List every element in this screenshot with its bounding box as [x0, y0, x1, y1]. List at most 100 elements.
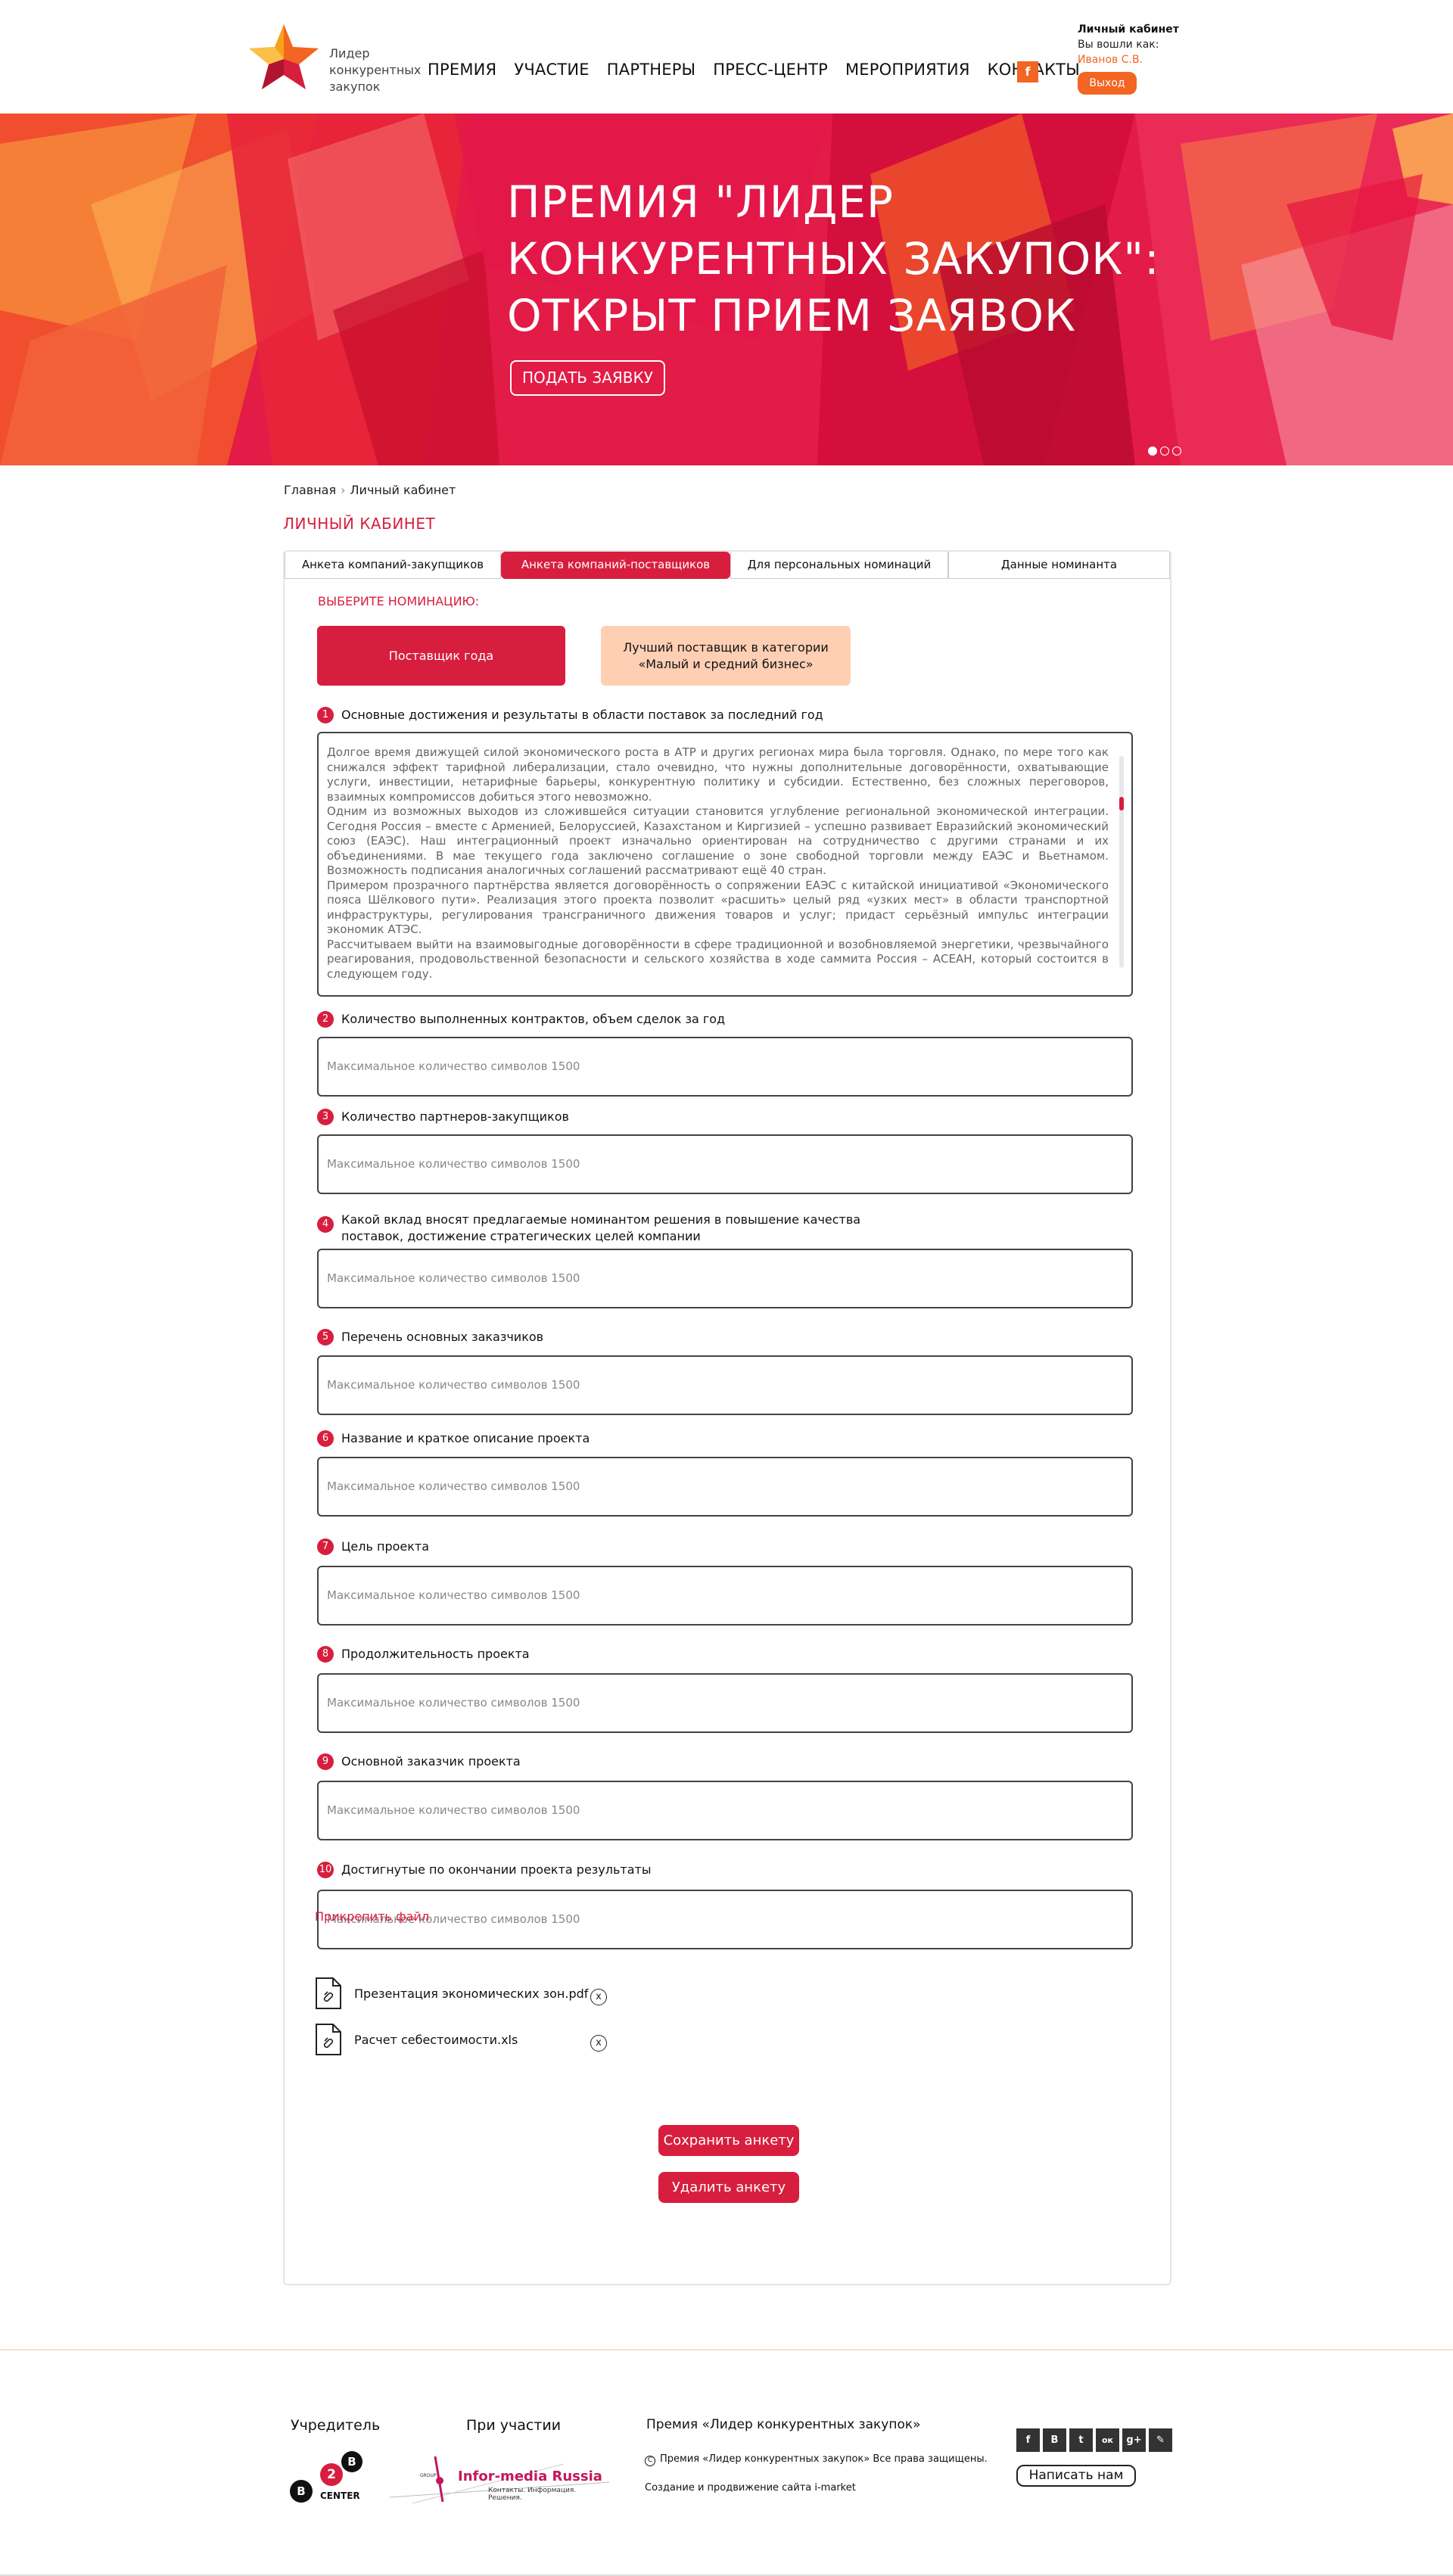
question-number-badge: 8 [317, 1646, 334, 1663]
answer-field-project-goal[interactable]: Максимальное количество символов 1500 [317, 1566, 1133, 1626]
logo-letter: B [341, 2451, 362, 2472]
social-icons: f В t ок g+ ✎ [1016, 2428, 1172, 2452]
logged-in-label: Вы вошли как: [1078, 39, 1159, 51]
answer-paragraph: Рассчитываем выйти на взаимовыгодные дог… [327, 937, 1109, 981]
question-text: Основной заказчик проекта [341, 1754, 521, 1769]
cabinet-title[interactable]: Личный кабинет [1078, 22, 1191, 37]
tab-nominee-data[interactable]: Данные номинанта [948, 552, 1170, 579]
b2b-center-logo[interactable]: B 2 B CENTER [290, 2451, 366, 2504]
remove-file-icon[interactable]: x [590, 1989, 607, 2005]
nomination-supplier-of-year-button[interactable]: Поставщик года [317, 626, 565, 686]
facebook-icon[interactable]: f [1016, 2428, 1040, 2452]
odnoklassniki-icon[interactable]: ок [1096, 2428, 1119, 2452]
attached-file: Презентация экономических зон.pdf [315, 1977, 588, 2010]
site-footer: Учредитель B 2 B CENTER При участии Info… [0, 2349, 1453, 2576]
answer-field-contracts[interactable]: Максимальное количество символов 1500 [317, 1037, 1133, 1097]
form-tabs: Анкета компаний-закупщиков Анкета компан… [285, 552, 1170, 579]
tab-personal-nominations[interactable]: Для персональных номинаций [730, 552, 948, 579]
question-number-badge: 5 [317, 1329, 334, 1346]
question-label: 4 Какой вклад вносят предлагаемые номина… [317, 1212, 923, 1245]
answer-textarea-achievements[interactable]: Долгое время движущей силой экономическо… [317, 732, 1133, 997]
question-text: Основные достижения и результаты в облас… [341, 708, 823, 722]
question-text: Количество партнеров-закупщиков [341, 1109, 569, 1124]
question-text: Название и краткое описание проекта [341, 1431, 590, 1445]
attach-file-link[interactable]: Прикрепить файл [315, 1909, 429, 1924]
slider-dot-2[interactable] [1160, 446, 1169, 456]
question-number-badge: 7 [317, 1538, 334, 1555]
answer-field-results[interactable]: Максимальное количество символов 1500 [317, 1890, 1133, 1949]
slider-dot-1[interactable] [1148, 446, 1157, 456]
site-logo[interactable]: Лидер конкурентных закупок [246, 21, 421, 94]
question-number-badge: 9 [317, 1753, 334, 1770]
copyright-text: Премия «Лидер конкурентных закупок» Все … [660, 2453, 988, 2465]
question-label: 1 Основные достижения и результаты в обл… [317, 707, 823, 723]
question-label: 2 Количество выполненных контрактов, объ… [317, 1011, 725, 1028]
choose-nomination-label: ВЫБЕРИТЕ НОМИНАЦИЮ: [318, 594, 480, 608]
site-credits[interactable]: Создание и продвижение сайта i-market [645, 2482, 856, 2494]
nav-item-meropriyatiya[interactable]: МЕРОПРИЯТИЯ [845, 61, 970, 79]
submit-application-button[interactable]: ПОДАТЬ ЗАЯВКУ [510, 360, 665, 396]
nav-item-premia[interactable]: ПРЕМИЯ [428, 61, 496, 79]
scrollbar-thumb[interactable] [1119, 797, 1124, 810]
vkontakte-icon[interactable]: В [1043, 2428, 1066, 2452]
copyright: C Премия «Лидер конкурентных закупок» Все… [645, 2453, 988, 2466]
file-link-icon [315, 2023, 342, 2056]
write-us-button[interactable]: Написать нам [1016, 2465, 1136, 2487]
delete-form-button[interactable]: Удалить анкету [658, 2172, 799, 2203]
question-text: Продолжительность проекта [341, 1647, 530, 1661]
file-name[interactable]: Расчет себестоимости.xls [354, 2033, 518, 2047]
participation-title: При участии [466, 2417, 562, 2434]
main-nav: ПРЕМИЯ УЧАСТИЕ ПАРТНЕРЫ ПРЕСС-ЦЕНТР МЕРО… [428, 61, 1097, 79]
breadcrumb: Главная › Личный кабинет [284, 483, 456, 497]
file-name[interactable]: Презентация экономических зон.pdf [354, 1986, 588, 2001]
question-label: 8 Продолжительность проекта [317, 1646, 530, 1663]
partner-group-label: GROUP [420, 2473, 437, 2478]
logout-button[interactable]: Выход [1078, 72, 1137, 95]
remove-file-icon[interactable]: x [590, 2035, 607, 2052]
question-number-badge: 6 [317, 1430, 334, 1447]
question-text: Достигнутые по окончании проекта результ… [341, 1862, 652, 1877]
tab-suppliers-form[interactable]: Анкета компаний-поставщиков [501, 552, 730, 579]
question-text: Перечень основных заказчиков [341, 1330, 544, 1344]
question-number-badge: 1 [317, 707, 334, 723]
breadcrumb-current: Личный кабинет [350, 483, 456, 497]
nav-item-uchastie[interactable]: УЧАСТИЕ [514, 61, 589, 79]
answer-paragraph: Долгое время движущей силой экономическо… [327, 745, 1109, 804]
tab-buyers-form[interactable]: Анкета компаний-закупщиков [285, 552, 501, 579]
answer-field-project-name[interactable]: Максимальное количество символов 1500 [317, 1457, 1133, 1517]
breadcrumb-home[interactable]: Главная [284, 483, 336, 497]
question-label: 10 Достигнутые по окончании проекта резу… [317, 1862, 652, 1878]
infor-media-logo[interactable]: Infor-media Russia Контакты. Информация.… [389, 2456, 610, 2509]
question-number-badge: 2 [317, 1011, 334, 1028]
user-name[interactable]: Иванов С.В. [1078, 52, 1191, 67]
cabinet-panel: Анкета компаний-закупщиков Анкета компан… [283, 550, 1171, 2285]
slider-dot-3[interactable] [1172, 446, 1181, 456]
answer-text: Долгое время движущей силой экономическо… [327, 745, 1109, 982]
attached-file: Расчет себестоимости.xls [315, 2023, 518, 2056]
nomination-best-sme-supplier-button[interactable]: Лучший поставщик в категории «Малый и ср… [601, 626, 851, 686]
nav-item-partnery[interactable]: ПАРТНЕРЫ [607, 61, 696, 79]
answer-field-customers[interactable]: Максимальное количество символов 1500 [317, 1355, 1133, 1415]
question-label: 5 Перечень основных заказчиков [317, 1329, 543, 1346]
partner-name: Infor-media Russia [458, 2469, 602, 2484]
page-title: ЛИЧНЫЙ КАБИНЕТ [283, 515, 436, 533]
question-text: Количество выполненных контрактов, объем… [341, 1012, 726, 1026]
answer-field-project-duration[interactable]: Максимальное количество символов 1500 [317, 1673, 1133, 1733]
google-plus-icon[interactable]: g+ [1122, 2428, 1146, 2452]
logo-letter: 2 [320, 2463, 343, 2486]
answer-field-main-customer[interactable]: Максимальное количество символов 1500 [317, 1781, 1133, 1840]
hero-banner: ПРЕМИЯ "ЛИДЕР КОНКУРЕНТНЫХ ЗАКУПОК": ОТК… [0, 114, 1453, 465]
livejournal-icon[interactable]: ✎ [1149, 2428, 1172, 2452]
logo-letter: B [290, 2480, 313, 2503]
answer-field-partners[interactable]: Максимальное количество символов 1500 [317, 1134, 1133, 1194]
logo-word: CENTER [320, 2490, 360, 2501]
slider-dots [1148, 446, 1181, 456]
nav-item-press-center[interactable]: ПРЕСС-ЦЕНТР [713, 61, 828, 79]
answer-field-contribution[interactable]: Максимальное количество символов 1500 [317, 1249, 1133, 1308]
user-cabinet-box: Личный кабинет Вы вошли как: Иванов С.В.… [1078, 22, 1191, 95]
question-label: 6 Название и краткое описание проекта [317, 1430, 590, 1447]
twitter-icon[interactable]: t [1069, 2428, 1093, 2452]
facebook-icon[interactable]: f [1017, 61, 1038, 82]
textarea-scrollbar[interactable] [1119, 756, 1124, 968]
save-form-button[interactable]: Сохранить анкету [658, 2125, 799, 2156]
